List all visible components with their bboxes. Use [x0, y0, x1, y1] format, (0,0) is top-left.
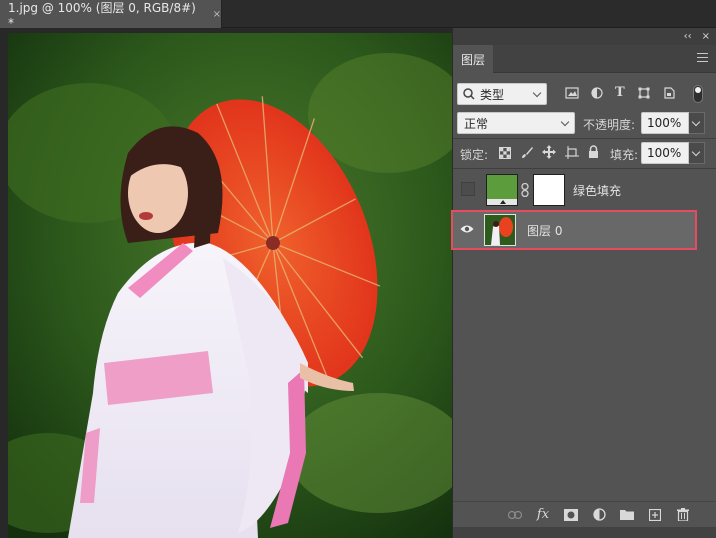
- fill-dropdown-button[interactable]: [689, 142, 705, 164]
- layers-bottom-toolbar: fx: [453, 501, 716, 527]
- canvas-area[interactable]: [0, 28, 452, 538]
- lock-all-icon[interactable]: [588, 145, 599, 159]
- collapse-panel-icon[interactable]: ‹‹: [684, 31, 692, 42]
- document-canvas[interactable]: [8, 33, 452, 538]
- filter-kind-label: 类型: [480, 87, 505, 102]
- lock-label: 锁定:: [460, 148, 489, 162]
- fx-icon[interactable]: fx: [533, 505, 553, 525]
- panel-title-strip: ‹‹ ×: [453, 28, 716, 45]
- type-filter-icon[interactable]: T: [615, 85, 625, 100]
- trash-icon[interactable]: [673, 505, 693, 525]
- panel-divider: [453, 168, 716, 169]
- search-icon: [463, 88, 475, 100]
- layer-name[interactable]: 绿色填充: [573, 182, 621, 199]
- layer-mask-thumbnail[interactable]: [533, 174, 565, 206]
- fill-value: 100%: [647, 146, 682, 160]
- blend-opacity-row: 正常 不透明度: 100%: [453, 111, 716, 135]
- opacity-value: 100%: [647, 116, 682, 130]
- link-icon[interactable]: [505, 505, 525, 525]
- folder-icon[interactable]: [617, 505, 637, 525]
- opacity-input[interactable]: 100%: [641, 112, 689, 134]
- document-tab[interactable]: 1.jpg @ 100% (图层 0, RGB/8#) * ×: [0, 0, 222, 30]
- fill-layer-thumbnail[interactable]: [486, 174, 518, 206]
- layers-panel: ‹‹ × 图层 类型 T 正常 不透明度: 100% 锁定: 填充: 100% …: [451, 28, 716, 538]
- blend-mode-value: 正常: [464, 116, 489, 131]
- tab-layers-label: 图层: [460, 52, 485, 67]
- fill-input[interactable]: 100%: [641, 142, 689, 164]
- panel-tab-strip: 图层: [453, 45, 716, 73]
- photo-woman-with-red-umbrella: [8, 33, 452, 538]
- fill-label: 填充:: [610, 148, 639, 162]
- panel-divider: [453, 138, 716, 139]
- tab-layers[interactable]: 图层: [453, 45, 493, 73]
- layer-visibility-toggle-off[interactable]: [461, 182, 475, 196]
- adjustment-filter-icon[interactable]: [591, 87, 603, 99]
- shape-filter-icon[interactable]: [638, 87, 650, 99]
- mask-icon[interactable]: [561, 505, 581, 525]
- filter-row: 类型 T: [453, 81, 716, 107]
- document-tab-title: 1.jpg @ 100% (图层 0, RGB/8#) *: [8, 0, 196, 30]
- close-tab-icon[interactable]: ×: [213, 9, 221, 20]
- filter-toggle-switch[interactable]: [693, 85, 703, 103]
- image-filter-icon[interactable]: [565, 87, 579, 99]
- blend-mode-select[interactable]: 正常: [457, 112, 575, 134]
- adjustment-icon[interactable]: [589, 505, 609, 525]
- panel-scroll-strip: [453, 527, 716, 538]
- layer-row-green-fill[interactable]: 绿色填充: [453, 170, 716, 210]
- mask-link-icon[interactable]: [521, 183, 529, 197]
- opacity-dropdown-button[interactable]: [689, 112, 705, 134]
- lock-transparent-pixels-icon[interactable]: [499, 147, 511, 159]
- eye-icon[interactable]: [460, 224, 474, 234]
- lock-image-pixels-icon[interactable]: [521, 146, 534, 159]
- layer-row-layer-0[interactable]: 图层 0: [451, 210, 697, 250]
- document-tab-bar: 1.jpg @ 100% (图层 0, RGB/8#) * ×: [0, 0, 716, 30]
- smart-object-filter-icon[interactable]: [663, 87, 675, 99]
- lock-fill-row: 锁定: 填充: 100%: [453, 141, 716, 165]
- panel-menu-icon[interactable]: [697, 53, 708, 63]
- lock-artboard-icon[interactable]: [565, 146, 579, 159]
- filter-kind-select[interactable]: 类型: [457, 83, 547, 105]
- lock-position-icon[interactable]: [542, 145, 556, 159]
- layer-name[interactable]: 图层 0: [527, 222, 562, 239]
- new-layer-icon[interactable]: [645, 505, 665, 525]
- opacity-label: 不透明度:: [583, 118, 636, 132]
- pixel-layer-thumbnail[interactable]: [484, 214, 516, 246]
- close-panel-icon[interactable]: ×: [702, 31, 710, 42]
